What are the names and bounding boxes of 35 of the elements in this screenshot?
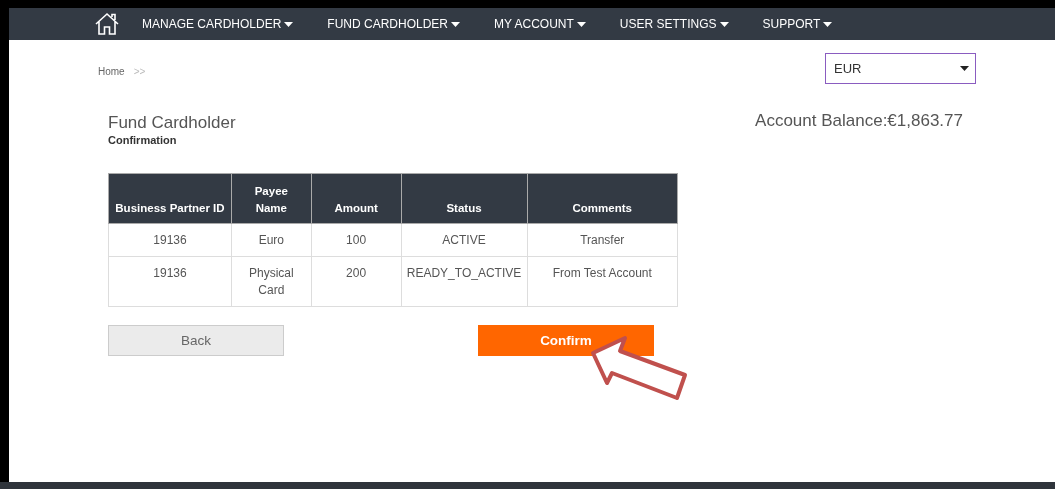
- caret-icon: [576, 21, 586, 27]
- table-cell: 100: [311, 223, 402, 257]
- account-balance: Account Balance:€1,863.77: [755, 111, 963, 132]
- caret-icon: [823, 21, 833, 27]
- table-cell: ACTIVE: [401, 223, 527, 257]
- page-subtitle: Confirmation: [108, 134, 178, 146]
- page-title: Fund Cardholder: [108, 113, 236, 133]
- column-header: Amount: [311, 173, 402, 224]
- caret-icon: [451, 21, 461, 27]
- table-cell: Euro: [231, 223, 312, 257]
- nav-menu[interactable]: USER SETTINGS: [619, 17, 729, 31]
- table-cell: READY_TO_ACTIVE: [401, 256, 527, 307]
- breadcrumb-link[interactable]: Home: [98, 66, 125, 77]
- breadcrumb-separator: >>: [133, 66, 146, 77]
- column-header: Status: [401, 173, 527, 224]
- caret-icon: [284, 21, 294, 27]
- table-cell: From Test Account: [527, 256, 678, 307]
- back-button[interactable]: Back: [108, 325, 284, 356]
- nav-menu[interactable]: FUND CARDHOLDER: [327, 17, 461, 31]
- table-cell: 19136: [108, 223, 232, 257]
- home-icon[interactable]: [94, 12, 120, 36]
- select-value: EUR: [834, 61, 862, 76]
- column-header: Comments: [527, 173, 678, 224]
- nav-menu[interactable]: MY ACCOUNT: [494, 17, 586, 31]
- nav-menu[interactable]: SUPPORT: [762, 17, 833, 31]
- column-header: Payee Name: [231, 173, 312, 224]
- nav-menu[interactable]: MANAGE CARDHOLDER: [142, 17, 294, 31]
- caret-icon: [719, 21, 729, 27]
- column-header: Business Partner ID: [108, 173, 232, 224]
- table-cell: Transfer: [527, 223, 678, 257]
- table-cell: 200: [311, 256, 402, 307]
- currency-select[interactable]: EUR: [825, 53, 976, 84]
- table-cell: Physical Card: [231, 256, 312, 307]
- table-cell: 19136: [108, 256, 232, 307]
- caret-icon: [960, 66, 969, 71]
